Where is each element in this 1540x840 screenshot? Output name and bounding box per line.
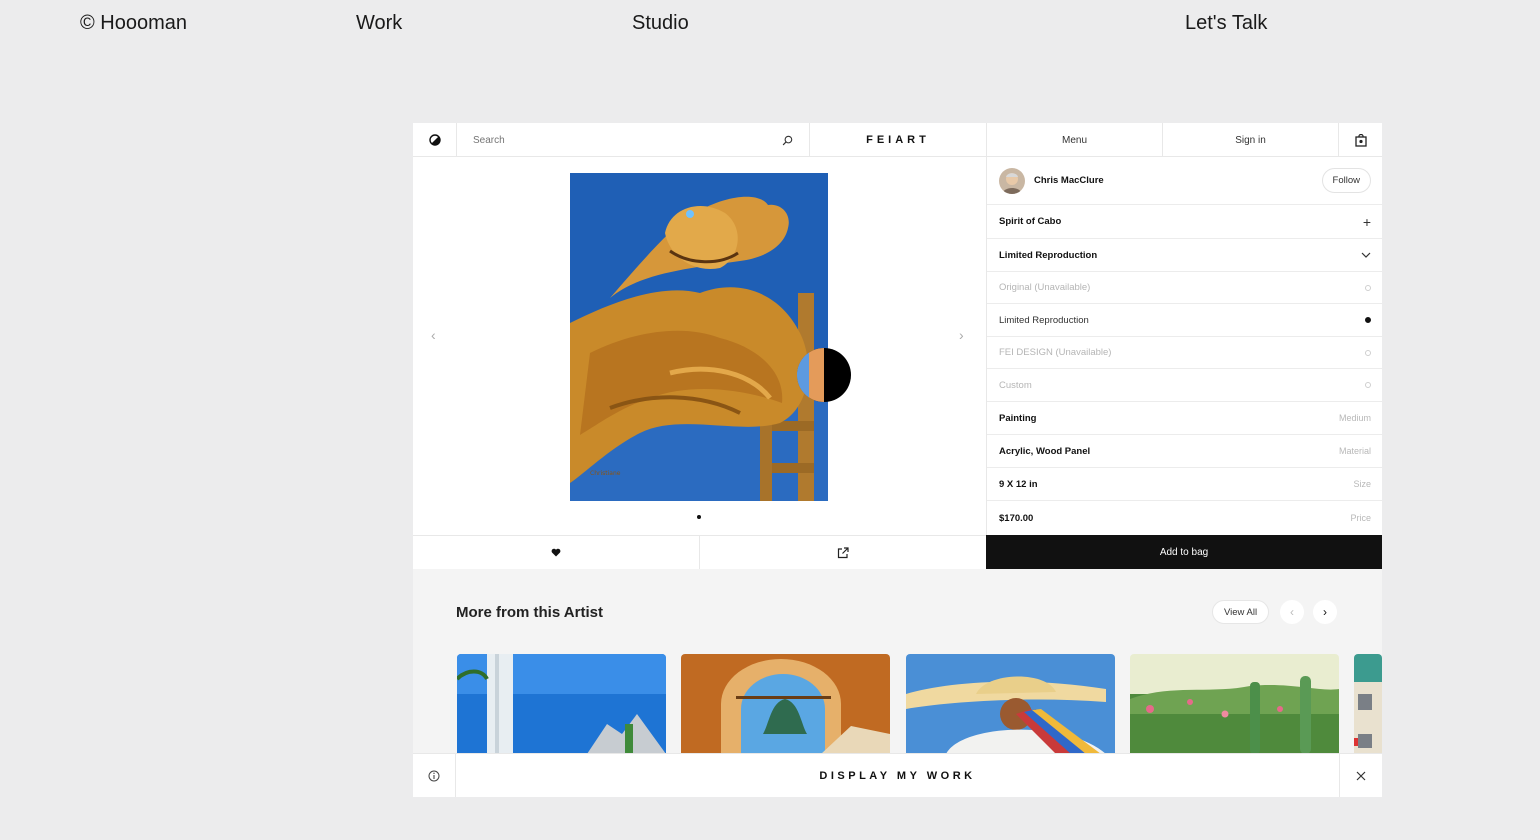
half-moon-icon (428, 134, 441, 146)
sign-in-button[interactable]: Sign in (1163, 123, 1339, 157)
search-input[interactable] (473, 134, 753, 146)
view-all-button[interactable]: View All (1212, 600, 1270, 624)
carousel-next-button[interactable]: › (1313, 600, 1337, 624)
artist-row: Chris MacClure Follow (987, 157, 1382, 205)
svg-text:Christiane: Christiane (590, 470, 621, 477)
option-row[interactable]: FEI DESIGN (Unavailable) (987, 337, 1382, 369)
section-title: More from this Artist (456, 604, 603, 621)
plus-icon[interactable]: + (1363, 214, 1371, 230)
radio-circle-icon[interactable] (1365, 349, 1371, 356)
spec-value: Acrylic, Wood Panel (999, 445, 1091, 457)
artwork-thumbnail[interactable] (457, 654, 666, 754)
edition-label: Limited Reproduction (999, 249, 1098, 261)
radio-selected-icon[interactable] (1365, 317, 1371, 323)
spec-row-medium: Painting Medium (987, 402, 1382, 435)
bag-button[interactable] (1339, 123, 1382, 157)
option-row[interactable]: Custom (987, 369, 1382, 402)
price-value: $170.00 (999, 512, 1034, 524)
option-row[interactable]: Limited Reproduction (987, 304, 1382, 337)
thumbnail-image (1354, 654, 1382, 754)
carousel-indicator[interactable] (697, 515, 701, 519)
artwork-title: Spirit of Cabo (999, 216, 1062, 227)
spec-value: Painting (999, 412, 1037, 424)
thumbnail-image (457, 654, 666, 754)
artwork-thumbnail[interactable] (906, 654, 1115, 754)
search-bar[interactable] (457, 123, 810, 157)
edition-dropdown[interactable]: Limited Reproduction (987, 239, 1382, 272)
radio-circle-icon[interactable] (1365, 382, 1371, 388)
thumbnail-image (906, 654, 1115, 754)
artwork-thumbnail[interactable] (681, 654, 890, 754)
spec-label: Price (1350, 513, 1371, 523)
artwork-thumbnail[interactable] (1354, 654, 1382, 754)
spec-value: 9 X 12 in (999, 478, 1038, 490)
nav-studio[interactable]: Studio (632, 12, 689, 35)
spec-row-size: 9 X 12 in Size (987, 468, 1382, 501)
heart-icon (551, 548, 561, 557)
next-image-arrow[interactable]: › (959, 327, 964, 343)
artwork-image[interactable]: Christiane (570, 173, 828, 501)
artwork-thumbnail[interactable] (1130, 654, 1339, 754)
radio-circle-icon[interactable] (1365, 284, 1371, 291)
app-frame: FEIART Menu Sign in ‹ (413, 123, 1382, 797)
banner-text[interactable]: DISPLAY MY WORK (456, 754, 1339, 797)
cursor-icon (797, 348, 851, 402)
like-button[interactable] (413, 536, 700, 569)
artwork-viewer: ‹ Christiane › (413, 157, 986, 535)
option-row[interactable]: Original (Unavailable) (987, 272, 1382, 304)
spec-label: Size (1353, 479, 1371, 489)
inverted-cursor (797, 348, 851, 402)
app-header: FEIART Menu Sign in (413, 123, 1382, 157)
option-label: Limited Reproduction (999, 314, 1089, 326)
nav-lets-talk[interactable]: Let's Talk (1185, 12, 1267, 35)
display-work-banner[interactable]: DISPLAY MY WORK (413, 753, 1382, 797)
menu-button[interactable]: Menu (987, 123, 1163, 157)
spec-label: Material (1338, 446, 1371, 456)
option-label: Custom (999, 379, 1032, 391)
close-icon (1356, 771, 1366, 780)
spec-row-price: $170.00 Price (987, 501, 1382, 535)
prev-image-arrow[interactable]: ‹ (431, 327, 436, 343)
product-panel: Chris MacClure Follow Spirit of Cabo + L… (986, 157, 1382, 569)
follow-button[interactable]: Follow (1321, 168, 1371, 193)
chevron-down-icon (1361, 252, 1371, 258)
avatar-image (999, 167, 1025, 194)
add-to-bag-button[interactable]: Add to bag (986, 535, 1382, 569)
option-label: FEI DESIGN (Unavailable) (999, 347, 1112, 358)
artwork-title-row[interactable]: Spirit of Cabo + (987, 205, 1382, 239)
site-brand[interactable]: © Hoooman (80, 12, 187, 35)
thumbnail-image (681, 654, 890, 754)
carousel-prev-button[interactable]: ‹ (1280, 600, 1304, 624)
app-brand[interactable]: FEIART (810, 123, 987, 157)
avatar[interactable] (999, 167, 1025, 194)
app-logo[interactable] (413, 123, 457, 157)
artwork-actions (413, 535, 986, 569)
painting-artwork: Christiane (570, 173, 828, 501)
shopping-bag-icon (1354, 133, 1367, 147)
share-button[interactable] (700, 536, 987, 569)
thumbnail-image (1130, 654, 1339, 754)
info-button[interactable] (413, 754, 456, 797)
spec-row-material: Acrylic, Wood Panel Material (987, 435, 1382, 468)
search-icon[interactable] (782, 135, 793, 146)
nav-work[interactable]: Work (356, 12, 402, 35)
close-button[interactable] (1339, 754, 1382, 797)
info-icon (428, 770, 440, 781)
artist-name[interactable]: Chris MacClure (1034, 175, 1104, 186)
spec-label: Medium (1338, 413, 1371, 423)
share-icon (837, 546, 849, 558)
option-label: Original (Unavailable) (999, 282, 1091, 293)
